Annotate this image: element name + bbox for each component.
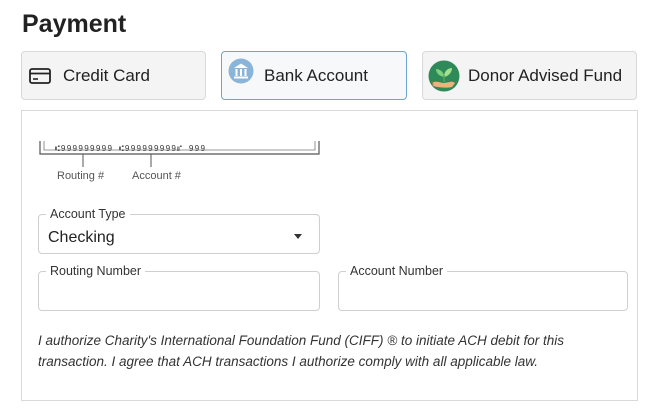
account-number-label: Account Number	[346, 263, 448, 279]
bank-icon	[228, 58, 254, 84]
tab-bank-account-label: Bank Account	[264, 65, 368, 85]
routing-number-label: Routing Number	[46, 263, 146, 279]
account-type-label: Account Type	[46, 206, 130, 222]
micr-line: ⑆999999999 ⑆999999999⑈ 999	[55, 144, 207, 153]
plant-hand-icon	[428, 60, 460, 92]
account-number-field[interactable]: Account Number	[338, 263, 628, 311]
account-type-value: Checking	[48, 229, 115, 246]
credit-card-icon	[29, 67, 51, 84]
tab-donor-advised-fund-label: Donor Advised Fund	[468, 65, 623, 85]
routing-number-field[interactable]: Routing Number	[38, 263, 320, 311]
ach-authorization-text: I authorize Charity's International Foun…	[38, 333, 565, 369]
account-caption: Account #	[132, 170, 181, 182]
tab-credit-card[interactable]: Credit Card	[21, 51, 206, 100]
account-type-select[interactable]: Account Type Checking	[38, 206, 320, 254]
tab-donor-advised-fund[interactable]: Donor Advised Fund	[422, 51, 637, 100]
routing-caption: Routing #	[57, 170, 105, 182]
tab-credit-card-label: Credit Card	[63, 65, 150, 85]
tab-bank-account[interactable]: Bank Account	[221, 51, 407, 100]
page-title: Payment	[22, 10, 127, 38]
chevron-down-icon	[294, 234, 302, 239]
